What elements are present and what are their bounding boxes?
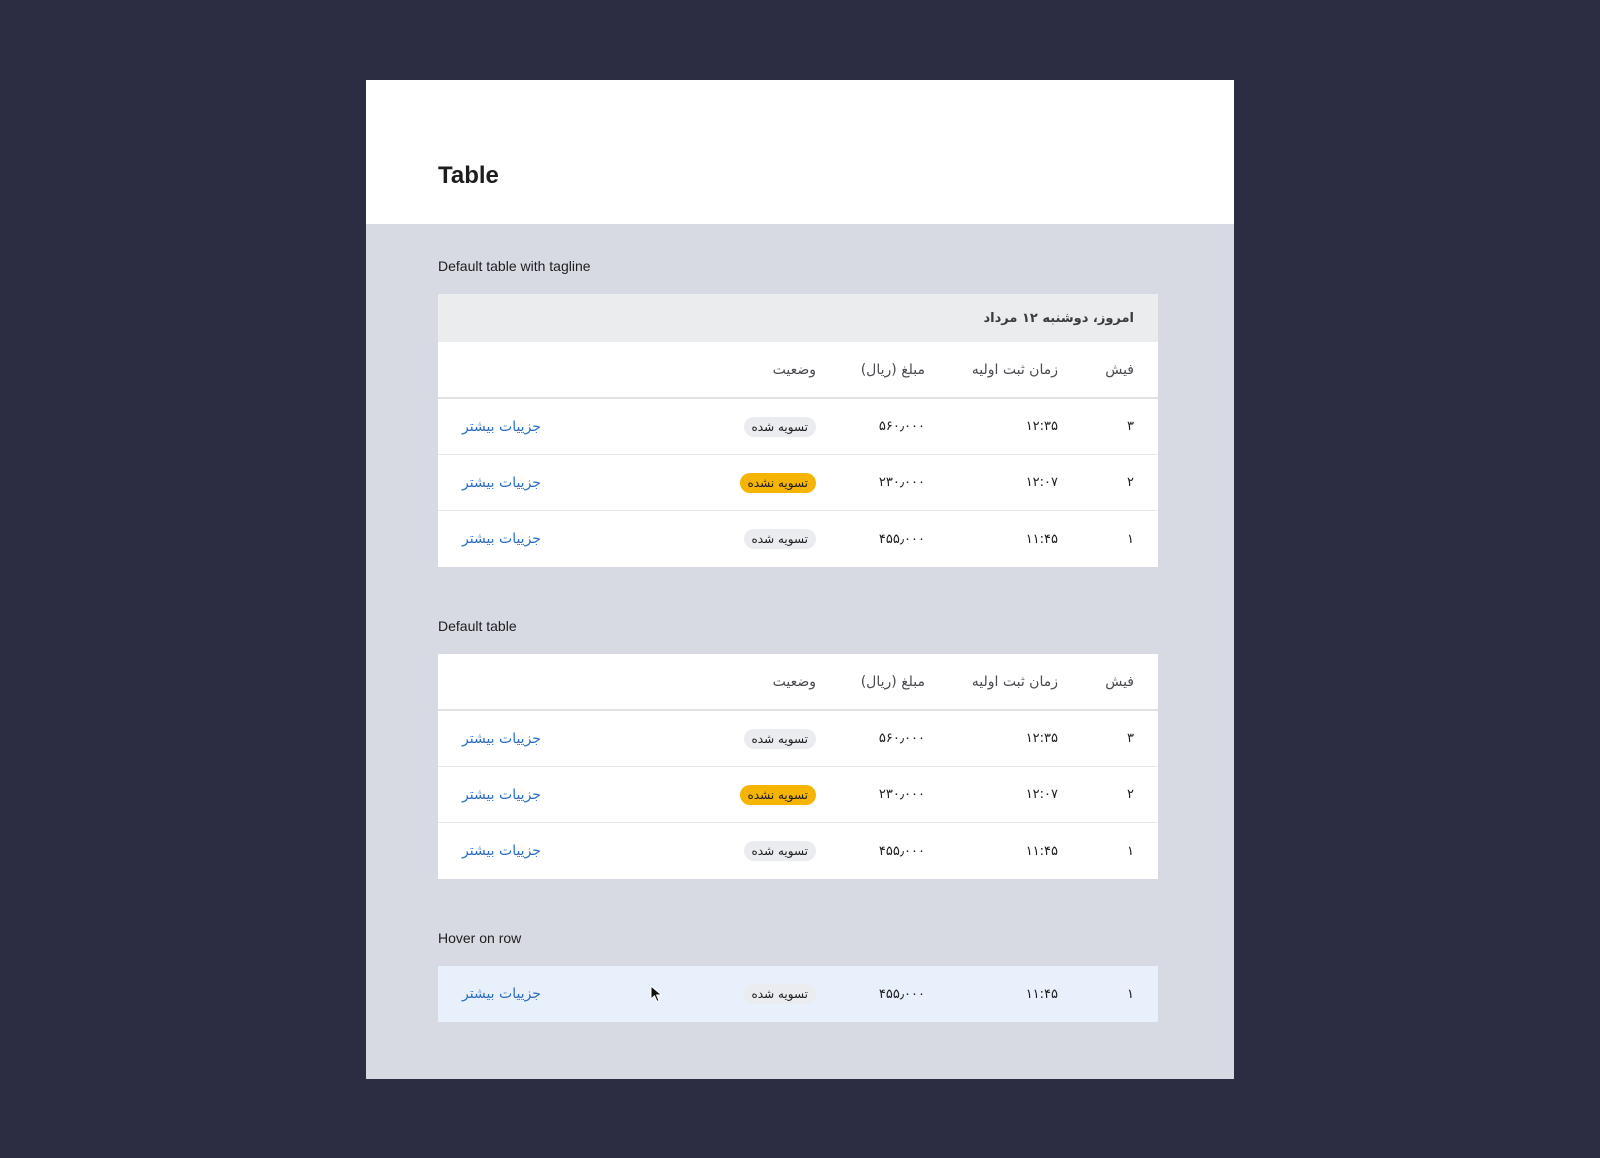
- status-badge: تسویه شده: [743, 728, 816, 749]
- time-cell: ۱۱:۴۵: [1025, 843, 1058, 859]
- amount-cell: ۲۳۰٫۰۰۰: [878, 787, 925, 802]
- page-title: Table: [438, 162, 499, 189]
- section-label-tagline-table: Default table with tagline: [438, 258, 591, 274]
- details-cell: جزییات بیشتر: [462, 399, 541, 454]
- amount-cell: ۴۵۵٫۰۰۰: [878, 986, 925, 1002]
- column-header-amount: مبلغ (ریال): [860, 361, 925, 378]
- time-cell: ۱۱:۴۵: [1025, 986, 1058, 1002]
- column-header-receipt: فیش: [1105, 673, 1134, 690]
- table-row[interactable]: ۳ ۱۲:۳۵ ۵۶۰٫۰۰۰ تسویه شده جزییات بیشتر: [438, 711, 1158, 767]
- table-row[interactable]: ۲ ۱۲:۰۷ ۲۳۰٫۰۰۰ تسویه نشده جزییات بیشتر: [438, 767, 1158, 823]
- amount-cell: ۴۵۵٫۰۰۰: [878, 531, 925, 547]
- status-cell: تسویه شده: [743, 399, 816, 454]
- table-row-hovered[interactable]: ۱ ۱۱:۴۵ ۴۵۵٫۰۰۰ تسویه شده جزییات بیشتر: [438, 966, 1158, 1022]
- amount-cell: ۴۵۵٫۰۰۰: [878, 843, 925, 859]
- details-cell: جزییات بیشتر: [462, 823, 541, 879]
- tagline-table: امروز، دوشنبه ۱۲ مرداد فیش زمان ثبت اولی…: [438, 294, 1158, 567]
- details-cell: جزییات بیشتر: [462, 455, 541, 510]
- column-header-status: وضعیت: [772, 361, 816, 378]
- status-badge: تسویه شده: [743, 416, 816, 437]
- receipt-cell: ۱: [1127, 843, 1134, 859]
- mouse-cursor-icon: [650, 985, 663, 1003]
- receipt-cell: ۱: [1127, 531, 1134, 547]
- table-row[interactable]: ۳ ۱۲:۳۵ ۵۶۰٫۰۰۰ تسویه شده جزییات بیشتر: [438, 399, 1158, 455]
- section-label-hover-table: Hover on row: [438, 930, 522, 946]
- table-row[interactable]: ۱ ۱۱:۴۵ ۴۵۵٫۰۰۰ تسویه شده جزییات بیشتر: [438, 511, 1158, 567]
- status-cell: تسویه شده: [743, 711, 816, 766]
- table-header-row: فیش زمان ثبت اولیه مبلغ (ریال) وضعیت: [438, 342, 1158, 399]
- details-cell: جزییات بیشتر: [462, 966, 541, 1022]
- more-details-link[interactable]: جزییات بیشتر: [462, 475, 541, 491]
- column-header-time: زمان ثبت اولیه: [971, 361, 1058, 378]
- status-badge: تسویه شده: [743, 529, 816, 549]
- time-cell: ۱۲:۳۵: [1025, 419, 1058, 434]
- component-sheet: Table Default table with tagline امروز، …: [366, 80, 1234, 1079]
- amount-cell: ۵۶۰٫۰۰۰: [878, 731, 925, 746]
- amount-cell: ۵۶۰٫۰۰۰: [878, 419, 925, 434]
- sheet-header: Table: [366, 80, 1234, 224]
- receipt-cell: ۱: [1127, 986, 1134, 1002]
- table-row[interactable]: ۱ ۱۱:۴۵ ۴۵۵٫۰۰۰ تسویه شده جزییات بیشتر: [438, 823, 1158, 879]
- details-cell: جزییات بیشتر: [462, 767, 541, 822]
- status-badge: تسویه شده: [743, 841, 816, 861]
- amount-cell: ۲۳۰٫۰۰۰: [878, 475, 925, 490]
- hover-table: ۱ ۱۱:۴۵ ۴۵۵٫۰۰۰ تسویه شده جزییات بیشتر: [438, 966, 1158, 1022]
- receipt-cell: ۲: [1127, 475, 1134, 490]
- more-details-link[interactable]: جزییات بیشتر: [462, 787, 541, 803]
- column-header-status: وضعیت: [772, 673, 816, 690]
- column-header-amount: مبلغ (ریال): [860, 673, 925, 690]
- default-table: فیش زمان ثبت اولیه مبلغ (ریال) وضعیت ۳ ۱…: [438, 654, 1158, 879]
- details-cell: جزییات بیشتر: [462, 511, 541, 567]
- column-header-receipt: فیش: [1105, 361, 1134, 378]
- more-details-link[interactable]: جزییات بیشتر: [462, 843, 541, 859]
- time-cell: ۱۲:۰۷: [1025, 475, 1058, 490]
- table-row[interactable]: ۲ ۱۲:۰۷ ۲۳۰٫۰۰۰ تسویه نشده جزییات بیشتر: [438, 455, 1158, 511]
- details-cell: جزییات بیشتر: [462, 711, 541, 766]
- column-header-time: زمان ثبت اولیه: [971, 673, 1058, 690]
- table-header-row: فیش زمان ثبت اولیه مبلغ (ریال) وضعیت: [438, 654, 1158, 711]
- section-label-default-table: Default table: [438, 618, 517, 634]
- time-cell: ۱۱:۴۵: [1025, 531, 1058, 547]
- more-details-link[interactable]: جزییات بیشتر: [462, 986, 541, 1002]
- receipt-cell: ۲: [1127, 787, 1134, 802]
- receipt-cell: ۳: [1127, 419, 1134, 434]
- time-cell: ۱۲:۳۵: [1025, 731, 1058, 746]
- more-details-link[interactable]: جزییات بیشتر: [462, 419, 541, 435]
- time-cell: ۱۲:۰۷: [1025, 787, 1058, 802]
- receipt-cell: ۳: [1127, 731, 1134, 746]
- more-details-link[interactable]: جزییات بیشتر: [462, 731, 541, 747]
- status-cell: تسویه نشده: [739, 767, 816, 822]
- status-cell: تسویه شده: [743, 823, 816, 879]
- more-details-link[interactable]: جزییات بیشتر: [462, 531, 541, 547]
- status-cell: تسویه شده: [743, 511, 816, 567]
- status-cell: تسویه نشده: [739, 455, 816, 510]
- status-badge: تسویه نشده: [739, 784, 816, 805]
- status-cell: تسویه شده: [743, 966, 816, 1022]
- status-badge: تسویه شده: [743, 984, 816, 1004]
- status-badge: تسویه نشده: [739, 472, 816, 493]
- table-tagline: امروز، دوشنبه ۱۲ مرداد: [438, 294, 1158, 342]
